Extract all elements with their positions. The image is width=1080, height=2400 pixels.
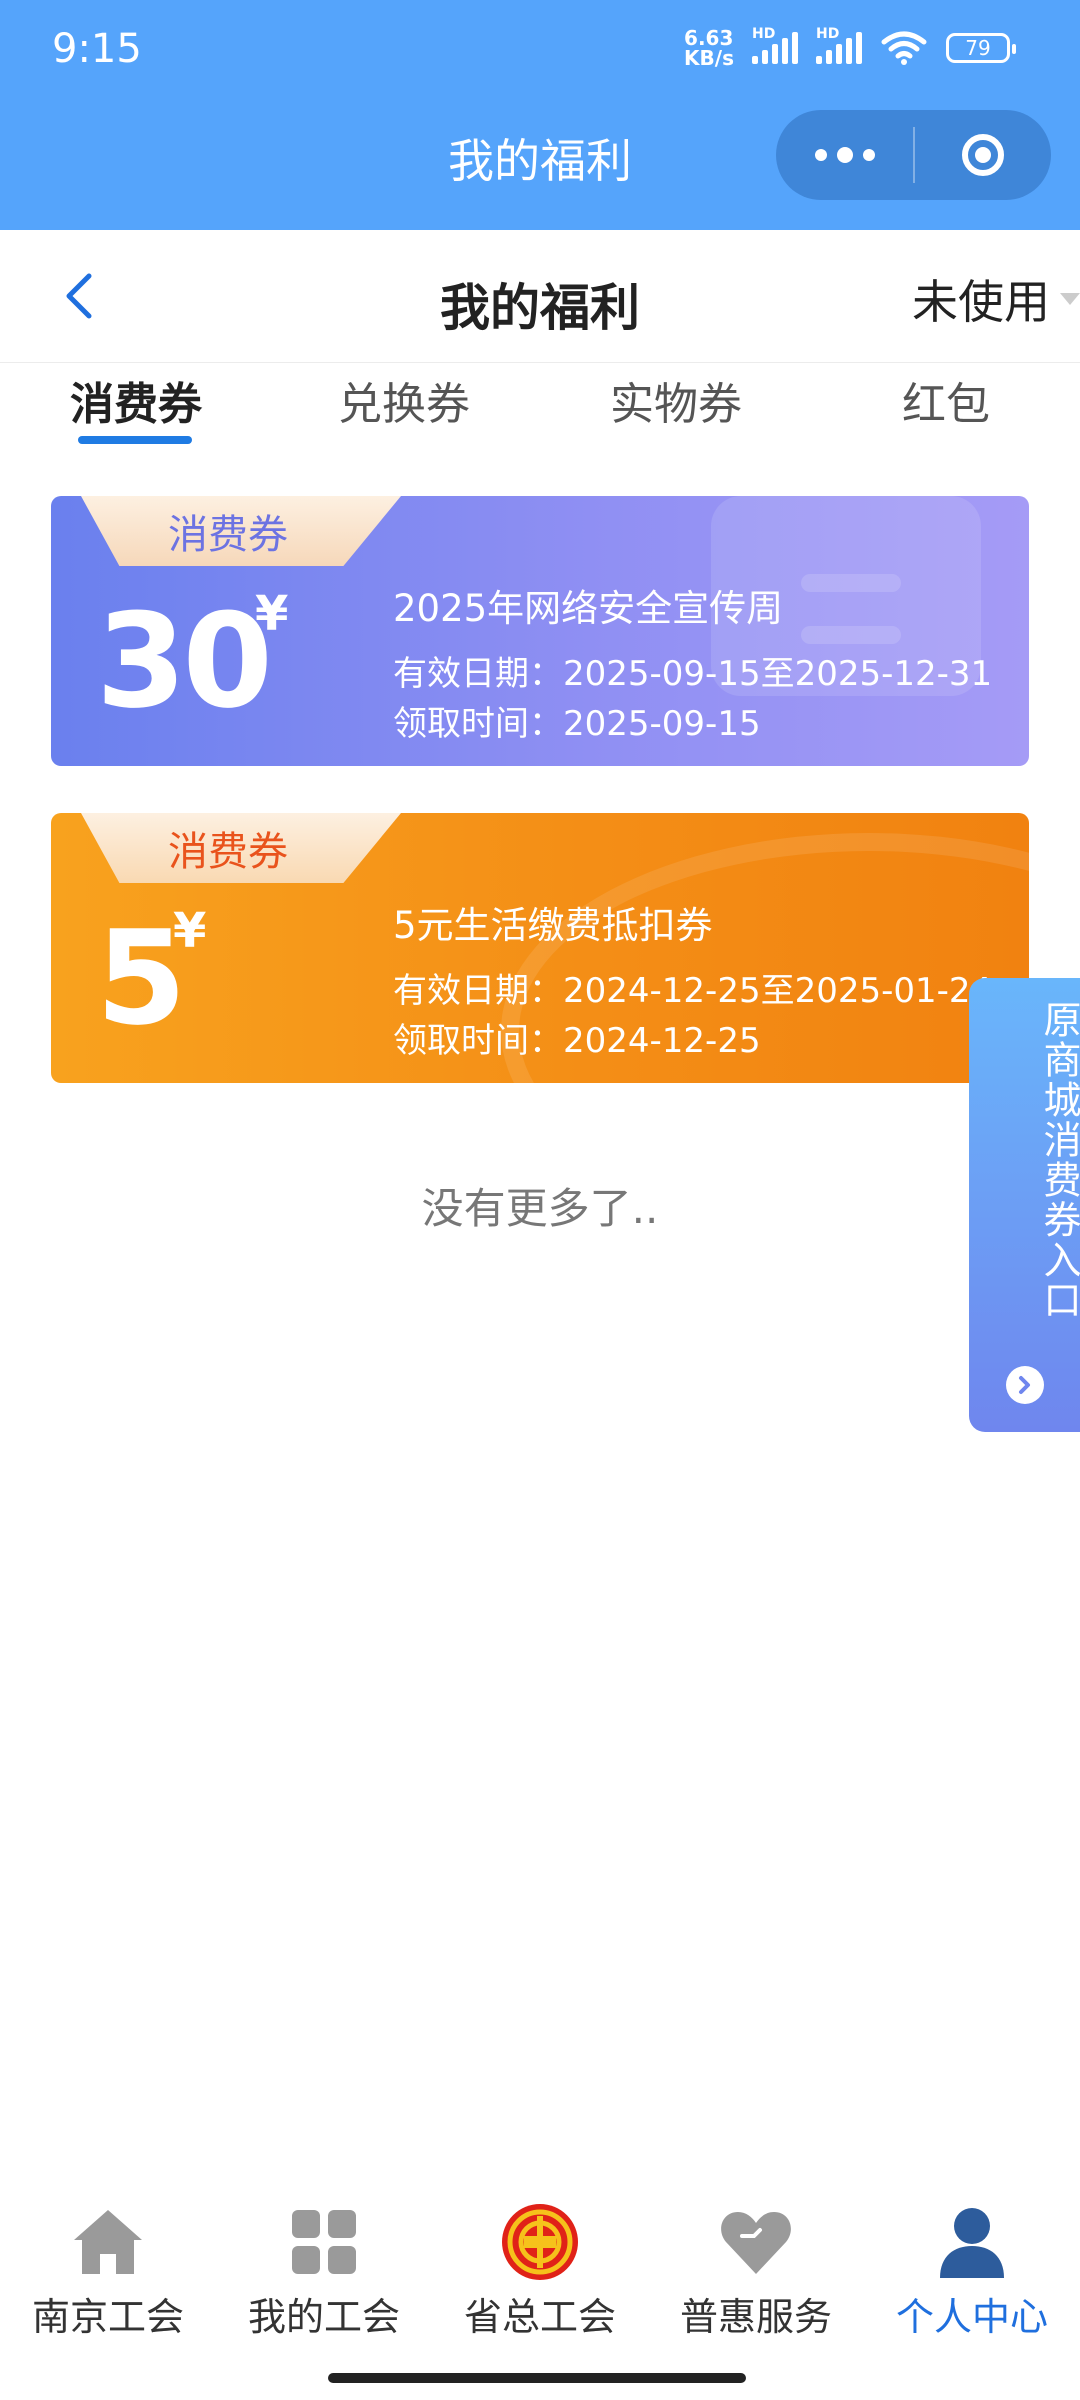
- coupon-card[interactable]: 消费券 5 ¥ 5元生活缴费抵扣券 有效日期：2024-12-25至2025-0…: [51, 813, 1029, 1083]
- status-indicators: 6.63 KB/s HD HD 79: [684, 26, 1016, 68]
- more-dot-icon: [814, 149, 827, 161]
- tabbar-label: 我的工会: [247, 2295, 400, 2339]
- tabbar-item-provincial-union[interactable]: 省总工会: [432, 2182, 648, 2354]
- tabbar-label: 个人中心: [895, 2295, 1048, 2339]
- coupon-name: 2025年网络安全宣传周: [393, 587, 784, 630]
- more-dot-icon: [836, 147, 853, 163]
- battery-icon: 79: [946, 33, 1016, 63]
- more-button[interactable]: [776, 110, 913, 200]
- coupon-name: 5元生活缴费抵扣券: [393, 904, 713, 947]
- heart-icon: [721, 2212, 791, 2274]
- page-navbar: 我的福利 未使用: [0, 230, 1080, 363]
- top-header: 9:15 6.63 KB/s HD HD 79 我的福利: [0, 0, 1080, 230]
- more-dot-icon: [862, 149, 875, 161]
- tab-physical-coupon[interactable]: 实物券: [610, 368, 742, 432]
- network-speed-unit: KB/s: [684, 46, 734, 70]
- tabbar-label: 南京工会: [31, 2295, 184, 2339]
- status-filter-label: 未使用: [912, 275, 1050, 329]
- close-mini-program-button[interactable]: [915, 110, 1051, 200]
- currency-symbol: ¥: [255, 586, 289, 642]
- no-more-text: 没有更多了..: [421, 1184, 659, 1233]
- tabbar-label: 普惠服务: [679, 2295, 832, 2339]
- wifi-icon: [881, 31, 927, 65]
- tabbar-item-personal-center[interactable]: 个人中心: [864, 2182, 1080, 2354]
- coupon-amount: 5: [96, 902, 186, 1054]
- tabbar-item-benefit-service[interactable]: 普惠服务: [648, 2182, 864, 2354]
- home-icon: [74, 2210, 142, 2274]
- coupon-amount: 30: [96, 585, 273, 737]
- signal-hd-label: HD: [752, 26, 776, 42]
- coupon-valid-period: 有效日期：2024-12-25至2025-01-24: [393, 971, 993, 1011]
- signal-hd-label-2: HD: [816, 26, 840, 42]
- tabbar-label: 省总工会: [463, 2295, 616, 2339]
- union-emblem-icon: [502, 2204, 578, 2280]
- coupon-type-tag: 消费券: [81, 496, 401, 566]
- coupon-type-tag: 消费券: [81, 813, 401, 883]
- tab-consumption-coupon[interactable]: 消费券: [70, 368, 202, 432]
- coupon-claim-time: 领取时间：2025-09-15: [393, 704, 761, 744]
- status-filter-dropdown[interactable]: 未使用: [912, 266, 1080, 332]
- bottom-tab-bar: 南京工会 我的工会 省总工会 普惠服务 个人中心: [0, 2182, 1080, 2354]
- signal-icon-2: HD: [816, 26, 862, 64]
- currency-symbol: ¥: [173, 903, 207, 959]
- target-icon: [962, 134, 1004, 176]
- tabbar-item-my-union[interactable]: 我的工会: [216, 2182, 432, 2354]
- signal-icon: HD: [752, 26, 798, 64]
- chevron-down-icon: [1060, 293, 1080, 305]
- coupon-type-tabs: 消费券 兑换券 实物券 红包: [0, 362, 1080, 452]
- side-entry-label: 原商城消费券入口: [1037, 1000, 1080, 1320]
- chevron-right-icon: [1006, 1366, 1044, 1404]
- home-indicator[interactable]: [328, 2373, 746, 2383]
- tab-red-packet[interactable]: 红包: [902, 368, 990, 432]
- mini-program-capsule: [776, 110, 1051, 200]
- tab-exchange-coupon[interactable]: 兑换券: [338, 368, 470, 432]
- user-icon: [940, 2208, 1004, 2278]
- network-speed: 6.63 KB/s: [684, 28, 734, 68]
- tabbar-item-nanjing-union[interactable]: 南京工会: [0, 2182, 216, 2354]
- coupon-claim-time: 领取时间：2024-12-25: [393, 1021, 761, 1061]
- coupon-card[interactable]: 消费券 30 ¥ 2025年网络安全宣传周 有效日期：2025-09-15至20…: [51, 496, 1029, 766]
- active-tab-indicator: [78, 436, 192, 444]
- status-time: 9:15: [52, 26, 142, 72]
- coupon-valid-period: 有效日期：2025-09-15至2025-12-31: [393, 654, 993, 694]
- network-speed-value: 6.63: [684, 26, 734, 50]
- old-mall-coupon-entry[interactable]: 原商城消费券入口: [969, 978, 1080, 1432]
- grid-icon: [292, 2210, 356, 2274]
